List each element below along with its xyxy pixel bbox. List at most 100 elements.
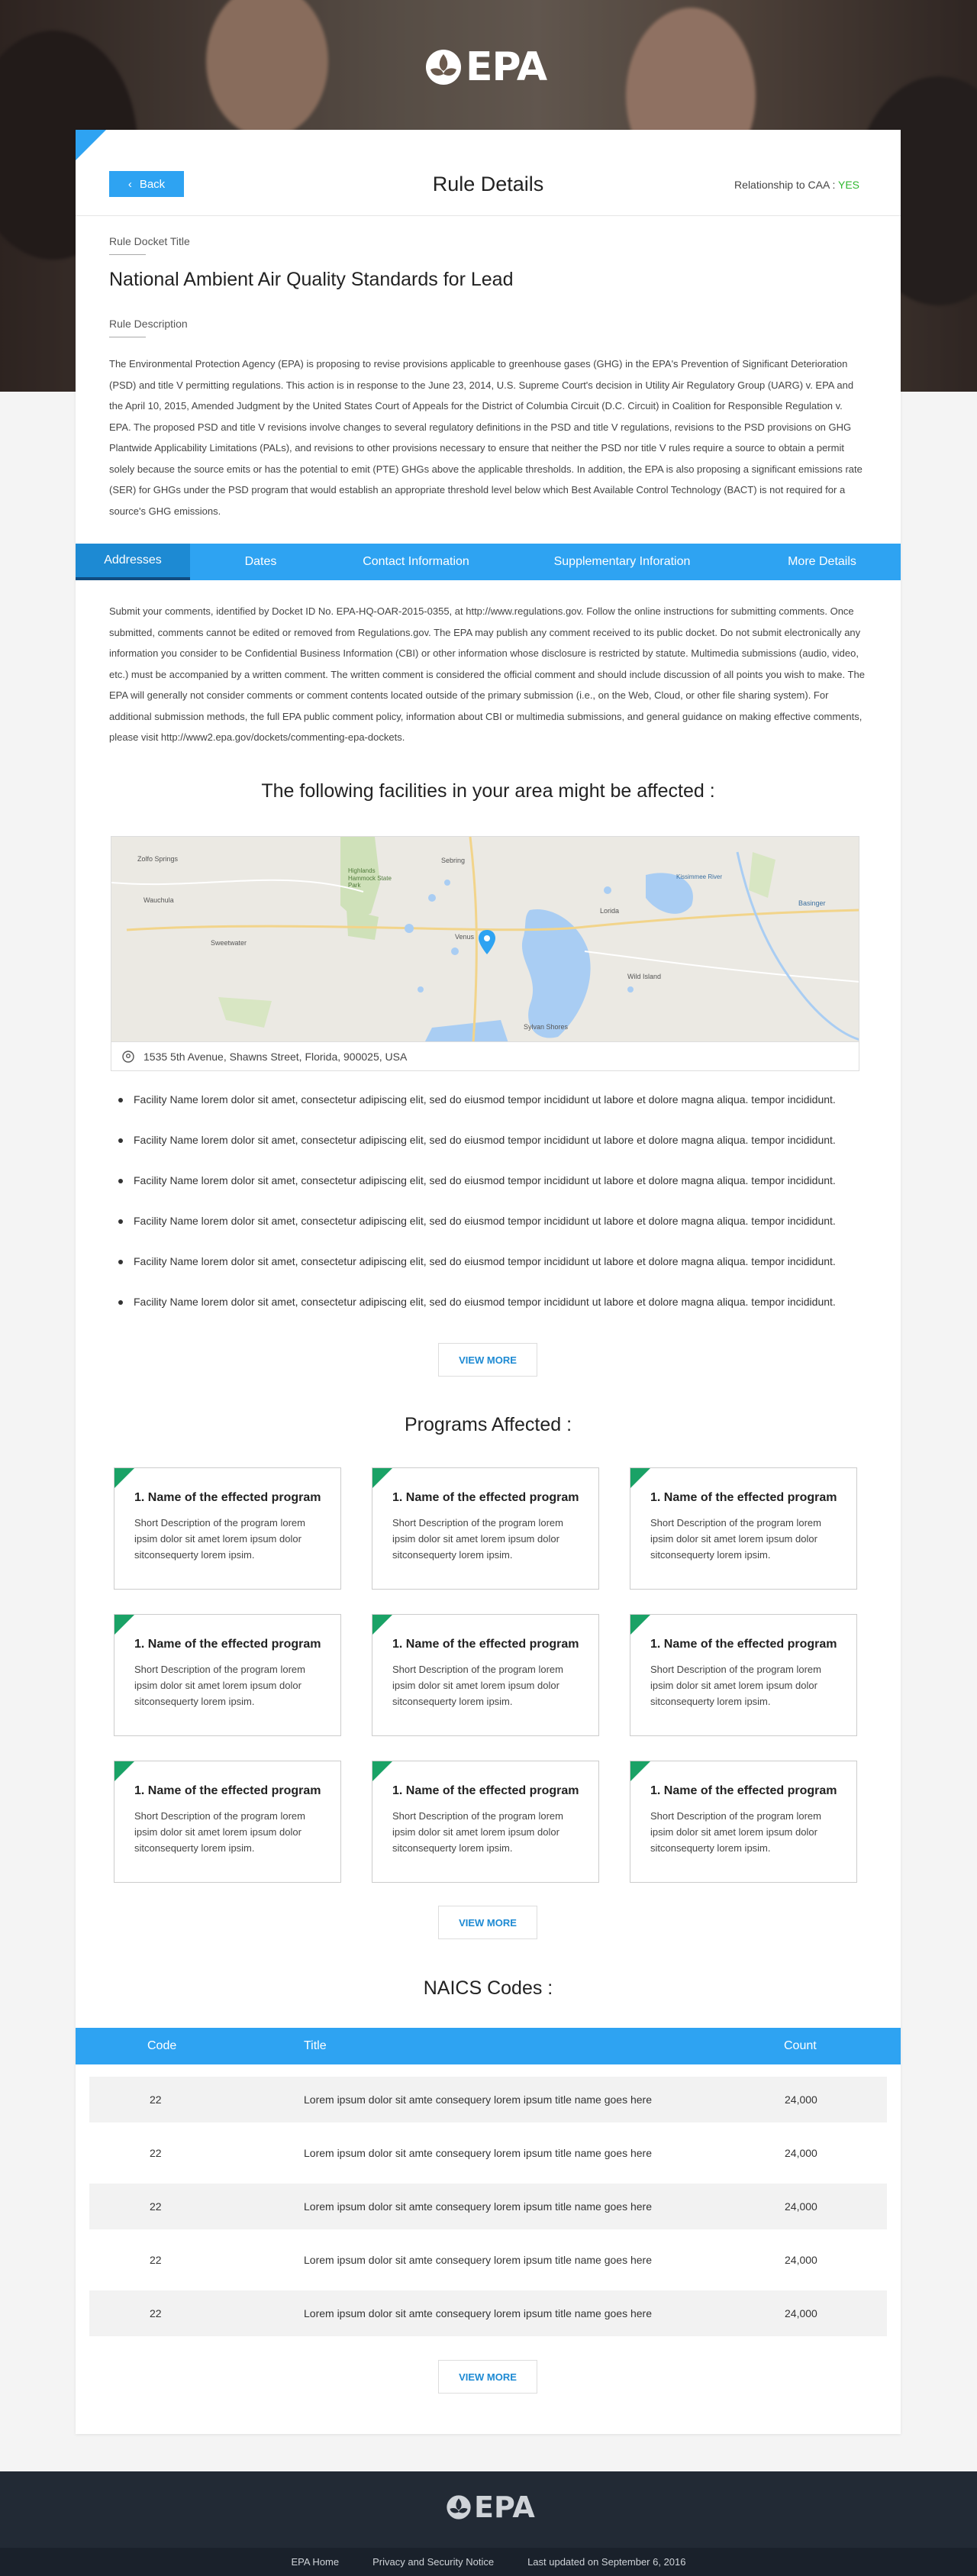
table-row: 22 Lorem ipsum dolor sit amte consequery… [89,2290,887,2336]
naics-count-cell: 24,000 [785,2147,817,2159]
footer-bottom-bar: EPA Home Privacy and Security Notice Las… [0,2548,977,2576]
program-card[interactable]: 1. Name of the effected program Short Des… [372,1614,599,1736]
epa-logo[interactable]: EPA [424,44,547,90]
naics-title-cell: Lorem ipsum dolor sit amte consequery lo… [304,2254,652,2266]
tab-supplementary-information[interactable]: Supplementary Inforation [501,544,743,580]
map-place-zolfo-springs: Zolfo Springs [137,855,179,863]
map-address-text: 1535 5th Avenue, Shawns Street, Florida,… [143,1050,408,1063]
tab-dates[interactable]: Dates [190,544,331,580]
card-header: Rule Details ‹ Back Relationship to CAA … [109,169,867,200]
caa-value: YES [837,179,859,191]
program-card[interactable]: 1. Name of the effected program Short Des… [114,1467,341,1590]
naics-count-cell: 24,000 [785,2200,817,2213]
facilities-list: Facility Name lorem dolor sit amet, cons… [114,1093,836,1336]
footer-link-epa-home[interactable]: EPA Home [291,2556,339,2568]
map-address-bar: 1535 5th Avenue, Shawns Street, Florida,… [111,1042,859,1071]
naics-col-code: Code [147,2039,177,2052]
program-tag-marker [630,1615,650,1635]
naics-code-cell: 22 [150,2200,162,2213]
program-tag-marker [114,1468,134,1488]
naics-title-cell: Lorem ipsum dolor sit amte consequery lo… [304,2147,652,2159]
naics-code-cell: 22 [150,2147,162,2159]
naics-code-cell: 22 [150,2254,162,2266]
programs-view-more-button[interactable]: VIEW MORE [438,1906,537,1939]
map-place-sylvan-shores: Sylvan Shores [524,1023,569,1031]
naics-heading: NAICS Codes : [423,1977,553,1999]
table-row: 22 Lorem ipsum dolor sit amte consequery… [89,2077,887,2122]
program-description: Short Description of the program lorem i… [392,1517,563,1561]
naics-title-cell: Lorem ipsum dolor sit amte consequery lo… [304,2307,652,2319]
table-row: 22 Lorem ipsum dolor sit amte consequery… [89,2237,887,2283]
rule-description: The Environmental Protection Agency (EPA… [109,358,863,517]
program-description: Short Description of the program lorem i… [134,1517,305,1561]
program-description: Short Description of the program lorem i… [134,1664,305,1707]
submission-instructions: Submit your comments, identified by Dock… [109,605,865,744]
program-tag-marker [630,1761,650,1781]
program-name: 1. Name of the effected program [650,1491,837,1504]
caa-label: Relationship to CAA : [734,179,838,191]
rule-details-card: Rule Details ‹ Back Relationship to CAA … [76,130,901,2434]
naics-view-more-button[interactable]: VIEW MORE [438,2360,537,2394]
program-description: Short Description of the program lorem i… [650,1517,821,1561]
program-description: Short Description of the program lorem i… [392,1810,563,1854]
program-name: 1. Name of the effected program [650,1638,837,1651]
program-card[interactable]: 1. Name of the effected program Short Des… [372,1467,599,1590]
tab-addresses[interactable]: Addresses [76,544,190,580]
map-pin-icon[interactable] [479,930,495,954]
list-item: Facility Name lorem dolor sit amet, cons… [114,1134,836,1174]
program-card[interactable]: 1. Name of the effected program Short Des… [114,1614,341,1736]
program-name: 1. Name of the effected program [392,1638,579,1651]
program-description: Short Description of the program lorem i… [650,1664,821,1707]
caa-relationship: Relationship to CAA : YES [734,179,859,191]
card-corner-accent [76,130,106,160]
program-card[interactable]: 1. Name of the effected program Short Des… [372,1761,599,1883]
map-place-venus: Venus [455,933,475,941]
programs-heading: Programs Affected : [404,1414,572,1435]
naics-col-count: Count [784,2039,817,2052]
program-name: 1. Name of the effected program [134,1491,321,1504]
rule-title: National Ambient Air Quality Standards f… [109,269,514,290]
page-footer: EPA EPA Home Privacy and Security Notice… [0,2471,977,2576]
program-description: Short Description of the program lorem i… [392,1664,563,1707]
map-place-wauchula: Wauchula [143,896,174,904]
footer-last-updated: Last updated on September 6, 2016 [527,2556,686,2568]
facilities-view-more-button[interactable]: VIEW MORE [438,1343,537,1377]
list-item: Facility Name lorem dolor sit amet, cons… [114,1255,836,1296]
list-item: Facility Name lorem dolor sit amet, cons… [114,1174,836,1215]
map-place-kissimmee-river: Kissimmee River [676,873,723,880]
facilities-map[interactable]: Zolfo Springs Wauchula Sebring Highlands… [111,836,859,1042]
tab-more-details[interactable]: More Details [743,544,901,580]
facilities-heading: The following facilities in your area mi… [261,780,715,802]
program-tag-marker [114,1615,134,1635]
back-button-label: Back [139,177,166,191]
program-card[interactable]: 1. Name of the effected program Short Des… [630,1761,857,1883]
naics-col-title: Title [304,2039,327,2052]
footer-epa-logo[interactable]: EPA [446,2490,535,2524]
naics-code-cell: 22 [150,2093,162,2106]
naics-count-cell: 24,000 [785,2093,817,2106]
footer-link-privacy[interactable]: Privacy and Security Notice [372,2556,494,2568]
program-tag-marker [372,1615,392,1635]
program-card[interactable]: 1. Name of the effected program Short Des… [630,1614,857,1736]
program-name: 1. Name of the effected program [392,1491,579,1504]
epa-flower-icon [447,2495,471,2520]
tab-contact-information[interactable]: Contact Information [331,544,501,580]
header-divider [76,215,901,216]
back-button[interactable]: ‹ Back [109,171,184,197]
map-place-highlands-hammock: Highlands Hammock State Park [348,867,392,889]
program-card[interactable]: 1. Name of the effected program Short Des… [114,1761,341,1883]
naics-code-cell: 22 [150,2307,162,2319]
table-row: 22 Lorem ipsum dolor sit amte consequery… [89,2130,887,2176]
list-item: Facility Name lorem dolor sit amet, cons… [114,1093,836,1134]
program-tag-marker [372,1468,392,1488]
footer-logo-text: EPA [474,2490,535,2524]
details-tabs: Addresses Dates Contact Information Supp… [76,544,901,580]
map-place-sebring: Sebring [441,857,466,864]
program-description: Short Description of the program lorem i… [134,1810,305,1854]
program-name: 1. Name of the effected program [650,1784,837,1797]
list-item: Facility Name lorem dolor sit amet, cons… [114,1215,836,1255]
epa-flower-icon [426,50,461,85]
program-name: 1. Name of the effected program [134,1638,321,1651]
program-card[interactable]: 1. Name of the effected program Short Des… [630,1467,857,1590]
naics-count-cell: 24,000 [785,2307,817,2319]
